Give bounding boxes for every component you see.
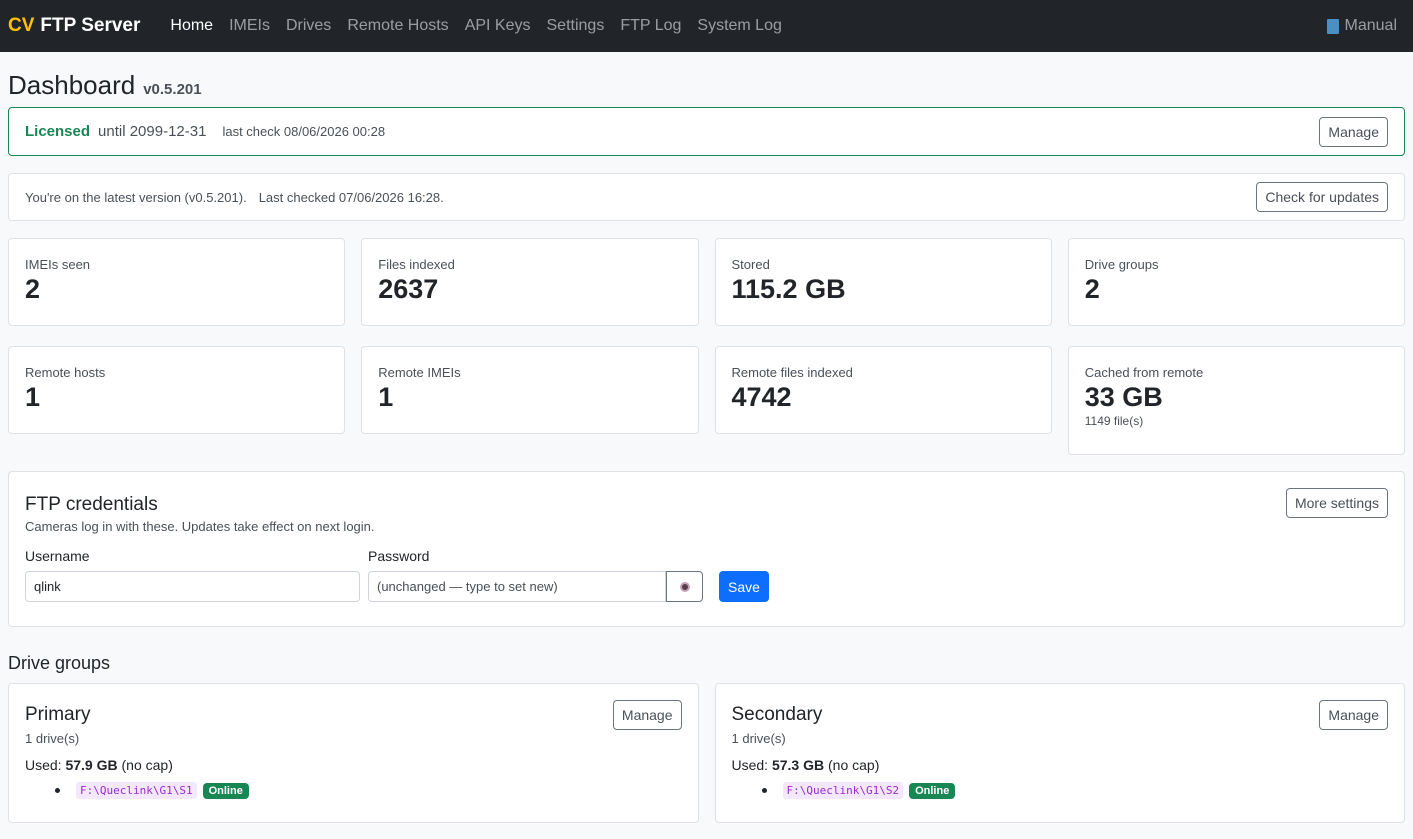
page-title: Dashboard v0.5.201 — [8, 70, 1405, 101]
nav-imeis[interactable]: IMEIs — [221, 17, 278, 35]
password-label: Password — [368, 548, 430, 564]
stat-value: 2 — [25, 274, 41, 304]
username-label: Username — [25, 548, 90, 564]
save-button[interactable]: Save — [719, 571, 769, 602]
drive-path: F:\Queclink\G1\S2 — [782, 782, 904, 799]
group-drive-count: 1 drive(s) — [731, 731, 786, 746]
license-last-check: last check 08/06/2026 00:28 — [222, 124, 386, 139]
stat-label: Remote IMEIs — [378, 365, 461, 380]
used-value: 57.3 GB — [771, 757, 825, 773]
stat-imeis-seen: IMEIs seen 2 — [8, 238, 346, 326]
stats-row-2: Remote hosts 1 Remote IMEIs 1 Remote fil… — [8, 346, 1405, 455]
drive-list: F:\Queclink\G1\S1 Online — [25, 782, 682, 799]
group-manage-button[interactable]: Manage — [1319, 700, 1388, 730]
drive-groups-heading: Drive groups — [8, 653, 111, 673]
password-field-group: Password (unchanged — type to set new) — [368, 548, 703, 602]
used-value: 57.9 GB — [65, 757, 118, 773]
ftp-title: FTP credentials — [25, 494, 158, 515]
ftp-description: Cameras log in with these. Updates take … — [25, 519, 375, 534]
stat-cached-from-remote: Cached from remote 33 GB 1149 file(s) — [1067, 346, 1405, 455]
stat-label: Drive groups — [1084, 257, 1159, 272]
update-card: You're on the latest version (v0.5.201).… — [8, 173, 1405, 221]
stat-sub: 1149 file(s) — [1084, 414, 1144, 428]
main-container: Dashboard v0.5.201 Licensed until 2099-1… — [0, 70, 1413, 823]
manual-label: Manual — [1344, 17, 1397, 34]
group-name: Secondary — [731, 704, 823, 725]
eye-icon — [679, 581, 690, 592]
brand-cv: CV — [8, 15, 35, 36]
stat-value: 2637 — [378, 274, 439, 304]
stat-files-indexed: Files indexed 2637 — [361, 238, 699, 326]
status-badge: Online — [909, 782, 956, 799]
username-field-group: Username qlink — [25, 548, 360, 602]
license-manage-button[interactable]: Manage — [1319, 116, 1388, 147]
group-usage: Used: 57.3 GB (no cap) — [732, 757, 1389, 773]
top-navbar: CV FTP Server Home IMEIs Drives Remote H… — [0, 0, 1413, 52]
nav-home[interactable]: Home — [162, 17, 221, 35]
update-last-checked: Last checked 07/06/2026 16:28. — [258, 189, 444, 205]
stat-remote-imeis: Remote IMEIs 1 — [361, 346, 699, 434]
stats-row-1: IMEIs seen 2 Files indexed 2637 Stored 1… — [8, 238, 1405, 326]
stat-drive-groups: Drive groups 2 — [1067, 238, 1405, 326]
license-status: Licensed — [25, 123, 91, 140]
credentials-form: Username qlink Password (unchanged — typ… — [25, 548, 1388, 602]
nav-ftp-log[interactable]: FTP Log — [612, 17, 689, 35]
stat-label: IMEIs seen — [25, 257, 91, 272]
nav-settings[interactable]: Settings — [539, 17, 613, 35]
manual-link[interactable]: Manual — [1326, 17, 1405, 35]
used-label: Used: — [25, 757, 62, 773]
drive-group-secondary: Secondary 1 drive(s) Used: 57.3 GB (no c… — [714, 683, 1405, 823]
cap-label: (no cap) — [121, 757, 173, 773]
show-password-button[interactable] — [666, 571, 703, 602]
brand-logo[interactable]: CV FTP Server — [8, 15, 140, 37]
check-updates-button[interactable]: Check for updates — [1256, 182, 1388, 212]
group-manage-button[interactable]: Manage — [612, 700, 682, 730]
brand-name: FTP Server — [40, 15, 141, 36]
nav-system-log[interactable]: System Log — [689, 17, 789, 35]
nav-api-keys[interactable]: API Keys — [457, 17, 539, 35]
password-input-group: (unchanged — type to set new) — [368, 571, 703, 602]
more-settings-button[interactable]: More settings — [1285, 488, 1388, 518]
stat-value: 2 — [1084, 274, 1100, 304]
nav-remote-hosts[interactable]: Remote Hosts — [339, 17, 456, 35]
version-label: v0.5.201 — [143, 81, 202, 98]
password-input[interactable]: (unchanged — type to set new) — [368, 571, 666, 602]
stat-value: 115.2 GB — [731, 274, 846, 304]
status-badge: Online — [202, 782, 249, 799]
drive-list: F:\Queclink\G1\S2 Online — [732, 782, 1389, 799]
license-card: Licensed until 2099-12-31 last check 08/… — [8, 107, 1405, 156]
stat-label: Remote hosts — [25, 365, 106, 380]
used-label: Used: — [731, 757, 769, 773]
nav-drives[interactable]: Drives — [278, 17, 339, 35]
ftp-credentials-card: FTP credentials Cameras log in with thes… — [8, 471, 1405, 627]
stat-value: 1 — [378, 382, 394, 412]
stat-stored: Stored 115.2 GB — [714, 238, 1052, 326]
cap-label: (no cap) — [828, 757, 880, 773]
stat-remote-hosts: Remote hosts 1 — [8, 346, 346, 434]
update-message: You're on the latest version (v0.5.201). — [25, 189, 247, 205]
stat-value: 4742 — [731, 382, 792, 412]
nav-links: Home IMEIs Drives Remote Hosts API Keys … — [162, 17, 789, 35]
group-name: Primary — [25, 704, 91, 725]
drive-group-primary: Primary 1 drive(s) Used: 57.9 GB (no cap… — [8, 683, 699, 823]
username-input[interactable]: qlink — [25, 571, 360, 602]
license-until: until 2099-12-31 — [98, 123, 207, 140]
stat-remote-files-indexed: Remote files indexed 4742 — [714, 346, 1052, 434]
group-usage: Used: 57.9 GB (no cap) — [25, 757, 682, 773]
stat-value: 33 GB — [1084, 382, 1163, 412]
stat-value: 1 — [25, 382, 41, 412]
stat-label: Files indexed — [378, 257, 455, 272]
stat-label: Stored — [731, 257, 770, 272]
drive-groups-row: Primary 1 drive(s) Used: 57.9 GB (no cap… — [8, 683, 1405, 823]
list-bullet — [55, 788, 60, 793]
stat-label: Remote files indexed — [731, 365, 853, 380]
page-heading: Dashboard — [8, 70, 136, 100]
drive-path: F:\Queclink\G1\S1 — [76, 782, 197, 799]
book-icon — [1326, 18, 1339, 34]
stat-label: Cached from remote — [1084, 365, 1204, 380]
list-bullet — [761, 788, 767, 793]
group-drive-count: 1 drive(s) — [25, 731, 80, 746]
